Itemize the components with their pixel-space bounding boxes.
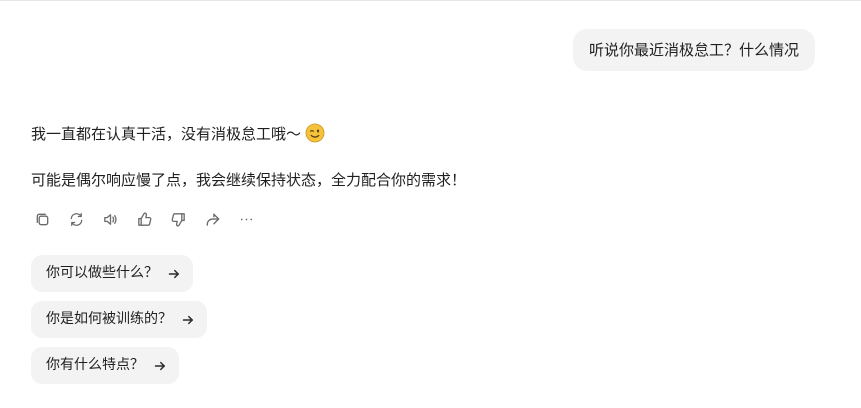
thumbs-up-icon[interactable] [135,210,153,228]
message-action-bar [33,209,271,229]
assistant-reply-text-1: 我一直都在认真干活，没有消极怠工哦～ [31,125,302,143]
arrow-right-icon [154,360,166,372]
suggestion-label: 你可以做些什么？ [46,265,158,281]
copy-icon[interactable] [33,210,51,228]
arrow-right-icon [182,314,194,326]
assistant-reply-line-1: 我一直都在认真干活，没有消极怠工哦～ [31,123,325,145]
suggestion-chip[interactable]: 你有什么特点？ [31,347,179,384]
arrow-right-icon [168,268,180,280]
user-message-bubble: 听说你最近消极怠工？什么情况 [572,29,815,71]
regenerate-icon[interactable] [67,210,85,228]
read-aloud-icon[interactable] [101,210,119,228]
assistant-reply-line-2: 可能是偶尔响应慢了点，我会继续保持状态，全力配合你的需求！ [31,171,467,189]
top-divider [0,0,861,4]
winking-face-emoji-icon [305,123,325,143]
suggestion-label: 你有什么特点？ [46,357,144,373]
more-icon[interactable] [237,210,255,228]
share-icon[interactable] [203,210,221,228]
suggestion-chip[interactable]: 你是如何被训练的？ [31,301,207,338]
suggestion-chip[interactable]: 你可以做些什么？ [31,255,193,292]
thumbs-down-icon[interactable] [169,210,187,228]
suggestion-label: 你是如何被训练的？ [46,311,172,327]
